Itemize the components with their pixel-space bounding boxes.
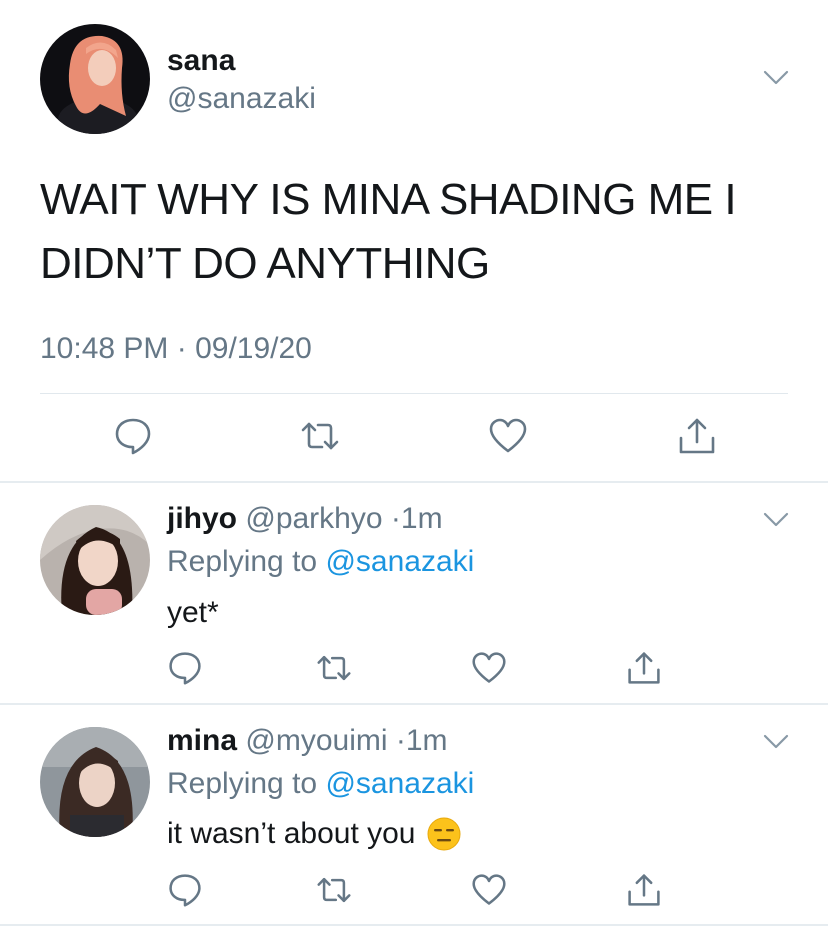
reply-text: yet* — [167, 596, 219, 630]
divider — [0, 703, 828, 705]
share-icon[interactable] — [677, 416, 717, 456]
retweet-icon[interactable] — [316, 650, 352, 686]
chevron-down-icon[interactable] — [763, 734, 789, 750]
reply-age: 1m — [400, 502, 443, 535]
author-name[interactable]: mina — [167, 724, 237, 757]
avatar[interactable] — [40, 727, 150, 837]
heart-icon[interactable] — [471, 650, 507, 686]
replying-to-label: Replying to — [167, 767, 318, 800]
mention-link[interactable]: @sanazaki — [325, 767, 474, 800]
reply-icon[interactable] — [113, 416, 153, 456]
divider — [40, 393, 788, 394]
reply-header: mina @myouimi ·1m — [167, 724, 448, 758]
expressionless-face-emoji-icon — [427, 817, 461, 851]
avatar[interactable] — [40, 24, 150, 134]
avatar-image — [40, 727, 150, 837]
heart-icon[interactable] — [488, 416, 528, 456]
author-handle[interactable]: @myouimi — [245, 724, 387, 757]
reply-icon[interactable] — [167, 650, 203, 686]
reply-text-content: it wasn’t about you — [167, 817, 416, 850]
author-handle[interactable]: @sanazaki — [167, 82, 316, 116]
heart-icon[interactable] — [471, 872, 507, 908]
reply-age: 1m — [405, 724, 448, 757]
avatar-image — [40, 24, 150, 134]
meta-separator: · — [395, 724, 406, 757]
meta-separator: · — [390, 502, 401, 535]
tweet-timestamp[interactable]: 10:48 PM · 09/19/20 — [40, 332, 312, 366]
reply-text-content: yet* — [167, 596, 219, 629]
chevron-down-icon[interactable] — [763, 70, 789, 86]
reply-text: it wasn’t about you — [167, 817, 461, 851]
avatar-image — [40, 505, 150, 615]
retweet-icon[interactable] — [300, 416, 340, 456]
avatar[interactable] — [40, 505, 150, 615]
divider — [0, 481, 828, 483]
share-icon[interactable] — [626, 650, 662, 686]
reply-header: jihyo @parkhyo ·1m — [167, 502, 443, 536]
tweet-text: WAIT WHY IS MINA SHADING ME I DIDN’T DO … — [40, 175, 737, 288]
replying-to: Replying to @sanazaki — [167, 767, 474, 801]
mention-link[interactable]: @sanazaki — [325, 545, 474, 578]
author-name[interactable]: jihyo — [167, 502, 237, 535]
chevron-down-icon[interactable] — [763, 512, 789, 528]
retweet-icon[interactable] — [316, 872, 352, 908]
replying-to-label: Replying to — [167, 545, 318, 578]
replying-to: Replying to @sanazaki — [167, 545, 474, 579]
author-name[interactable]: sana — [167, 44, 235, 78]
author-handle[interactable]: @parkhyo — [245, 502, 382, 535]
share-icon[interactable] — [626, 872, 662, 908]
reply-icon[interactable] — [167, 872, 203, 908]
